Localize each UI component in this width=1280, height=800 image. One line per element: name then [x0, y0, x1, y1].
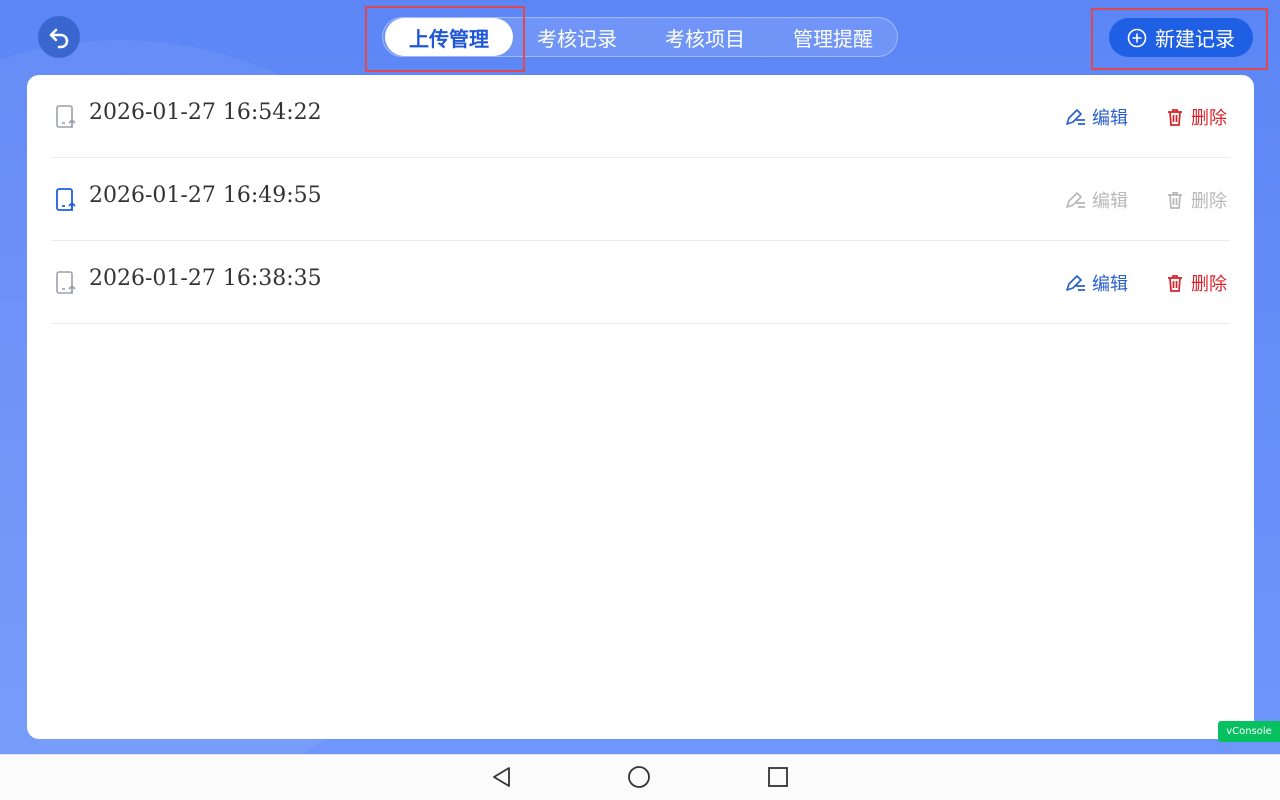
- tab-bar: 上传管理 考核记录 考核项目 管理提醒: [382, 17, 898, 57]
- tab-assessment-records[interactable]: 考核记录: [513, 18, 641, 56]
- delete-button[interactable]: 删除: [1165, 104, 1227, 130]
- pencil-icon: [1066, 275, 1085, 291]
- trash-icon: [1168, 192, 1182, 209]
- trash-icon: [1168, 109, 1182, 126]
- recents-square-icon[interactable]: [766, 765, 790, 789]
- tab-management-reminders[interactable]: 管理提醒: [769, 18, 897, 56]
- trash-icon: [1168, 275, 1182, 292]
- record-list-card: 2026-01-27 16:54:22 编辑 删除 2026-01-27 16:…: [27, 75, 1254, 739]
- plus-circle-icon: [1127, 28, 1147, 47]
- delete-button[interactable]: 删除: [1165, 187, 1227, 213]
- back-button[interactable]: [38, 16, 80, 58]
- undo-arrow-icon: [49, 28, 69, 49]
- delete-label: 删除: [1191, 108, 1227, 129]
- record-time: 2026-01-27 16:54:22: [89, 100, 322, 125]
- pencil-icon: [1066, 192, 1085, 208]
- record-time: 2026-01-27 16:38:35: [89, 266, 322, 291]
- table-row: 2026-01-27 16:49:55 编辑 删除: [51, 158, 1230, 241]
- delete-label: 删除: [1191, 191, 1227, 212]
- system-navigation-bar: [0, 754, 1280, 800]
- edit-button[interactable]: 编辑: [1064, 187, 1128, 213]
- record-time: 2026-01-27 16:49:55: [89, 183, 322, 208]
- back-triangle-icon[interactable]: [490, 765, 514, 789]
- home-circle-icon[interactable]: [627, 765, 651, 789]
- edit-label: 编辑: [1092, 108, 1128, 129]
- table-row: 2026-01-27 16:54:22 编辑 删除: [51, 75, 1230, 158]
- delete-button[interactable]: 删除: [1165, 270, 1227, 296]
- table-row: 2026-01-27 16:38:35 编辑 删除: [51, 241, 1230, 324]
- tab-assessment-items[interactable]: 考核项目: [641, 18, 769, 56]
- vconsole-button[interactable]: vConsole: [1218, 721, 1280, 742]
- pencil-icon: [1066, 109, 1085, 125]
- upload-file-icon: [56, 271, 76, 294]
- edit-button[interactable]: 编辑: [1064, 270, 1128, 296]
- edit-button[interactable]: 编辑: [1064, 104, 1128, 130]
- delete-label: 删除: [1191, 274, 1227, 295]
- new-record-label: 新建记录: [1155, 27, 1235, 51]
- new-record-button[interactable]: 新建记录: [1109, 18, 1253, 57]
- upload-file-icon: [56, 105, 76, 128]
- edit-label: 编辑: [1092, 274, 1128, 295]
- edit-label: 编辑: [1092, 191, 1128, 212]
- tab-upload-management[interactable]: 上传管理: [385, 18, 513, 56]
- upload-file-icon: [56, 188, 76, 211]
